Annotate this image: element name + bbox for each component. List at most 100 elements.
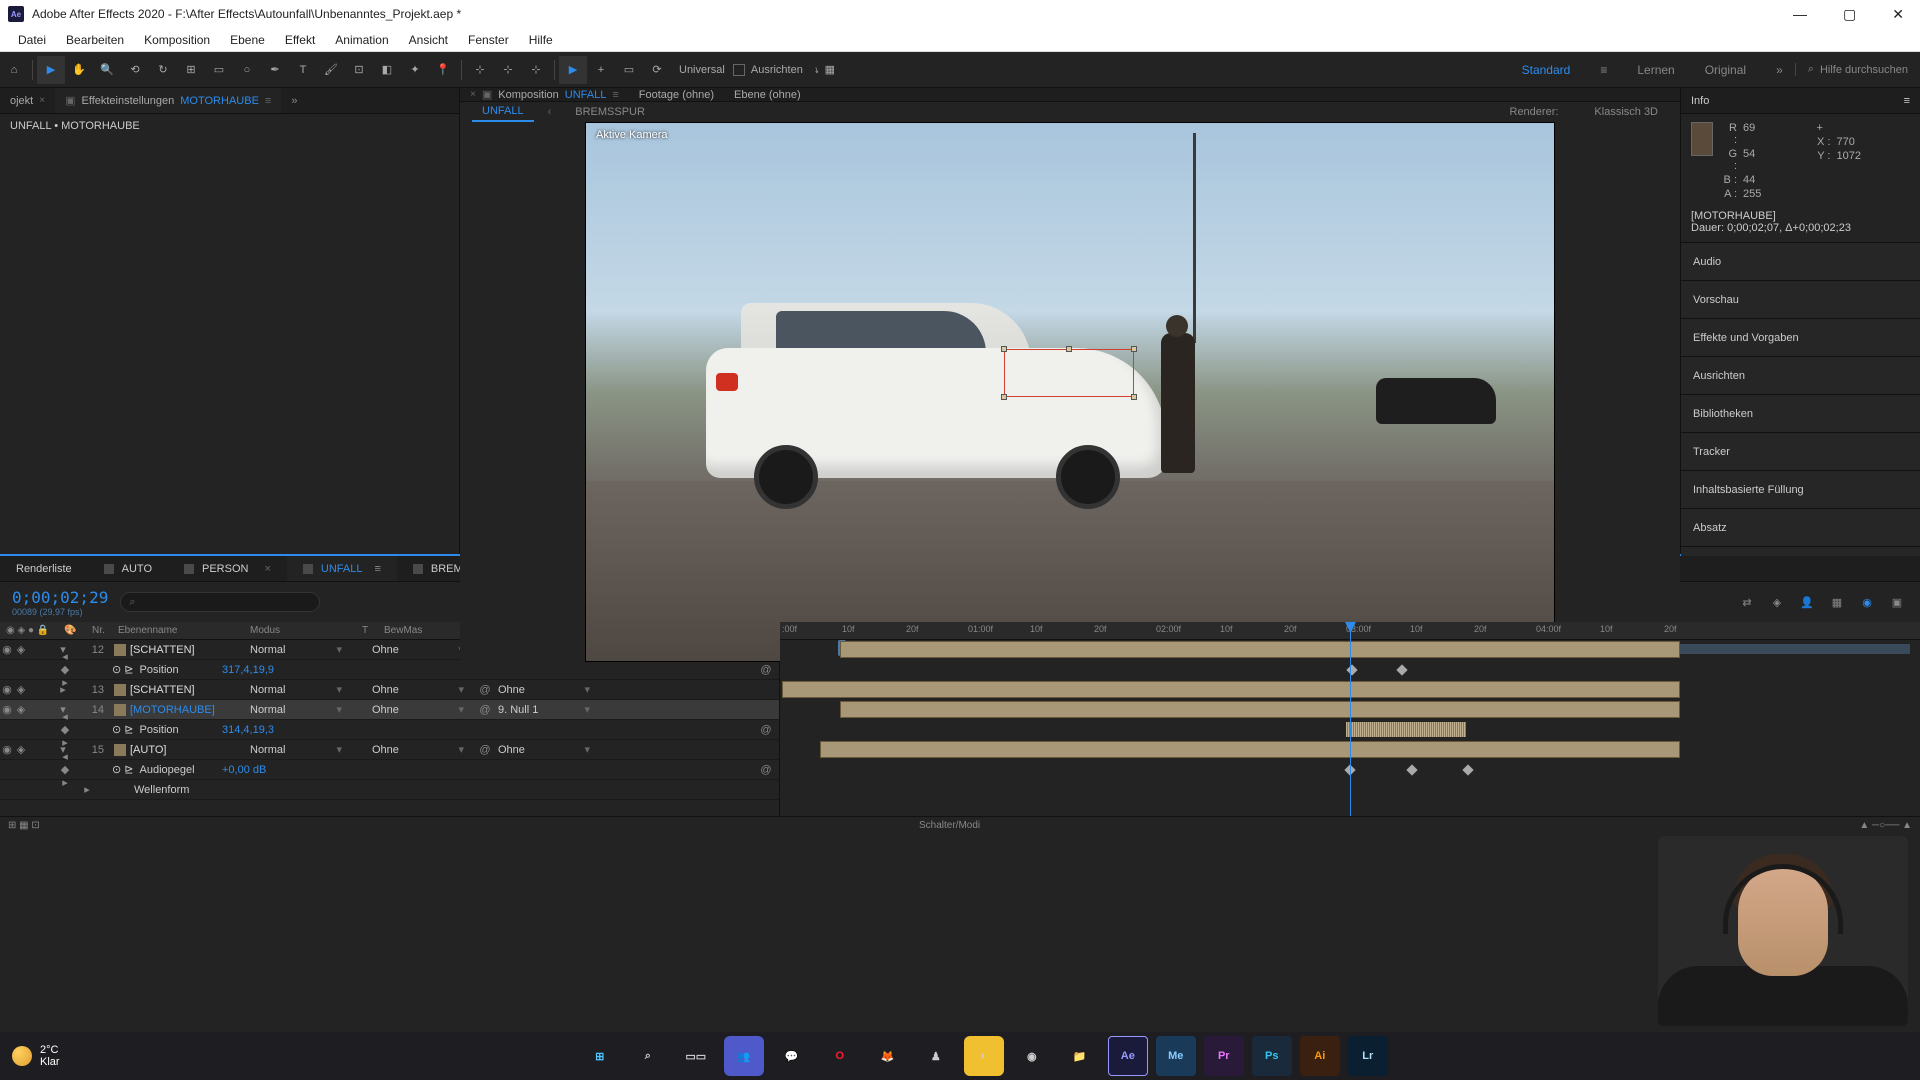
anchor-tool[interactable]: ⊞ — [177, 56, 205, 84]
panel-content-aware[interactable]: Inhaltsbasierte Füllung — [1681, 470, 1920, 508]
tab-unfall[interactable]: UNFALL≡ — [287, 556, 397, 581]
minimize-button[interactable]: — — [1785, 6, 1815, 23]
rotation-tool[interactable]: ↻ — [149, 56, 177, 84]
brush-tool[interactable]: 🖌 — [317, 56, 345, 84]
current-timecode[interactable]: 0;00;02;29 — [12, 588, 108, 607]
panel-tracker[interactable]: Tracker — [1681, 432, 1920, 470]
pen-tool[interactable]: ✒ — [261, 56, 289, 84]
menu-effekt[interactable]: Effekt — [275, 33, 325, 47]
project-tab[interactable]: ojekt× — [0, 88, 55, 113]
workspace-menu-icon[interactable]: ≡ — [1600, 63, 1607, 77]
lightroom-icon[interactable]: Lr — [1348, 1036, 1388, 1076]
weather-widget[interactable]: 2°C Klar — [12, 1044, 60, 1068]
tab-menu-icon[interactable]: ≡ — [265, 95, 271, 107]
menu-bearbeiten[interactable]: Bearbeiten — [56, 33, 134, 47]
graph-editor-icon[interactable]: ▣ — [1886, 591, 1908, 613]
firefox-icon[interactable]: 🦊 — [868, 1036, 908, 1076]
layer-row-13[interactable]: ◉◈ ▸ 13 [SCHATTEN] Normal▾ Ohne▾ @ Ohne▾ — [0, 680, 779, 700]
menu-animation[interactable]: Animation — [325, 33, 398, 47]
overflow-tab[interactable]: » — [281, 88, 307, 113]
layer-row-15-waveform[interactable]: ▸ Wellenform — [0, 780, 779, 800]
view-axis-icon[interactable]: ⊹ — [522, 56, 550, 84]
type-tool[interactable]: T — [289, 56, 317, 84]
toggle-switches-icon[interactable]: ⊞ ▦ ⊡ — [8, 820, 40, 831]
panel-align[interactable]: Ausrichten — [1681, 356, 1920, 394]
menu-datei[interactable]: Datei — [8, 33, 56, 47]
layer-row-14[interactable]: ◉◈ ▾ 14 [MOTORHAUBE] Normal▾ Ohne▾ @ 9. … — [0, 700, 779, 720]
clone-tool[interactable]: ⊡ — [345, 56, 373, 84]
panel-menu-icon[interactable]: ≡ — [1904, 95, 1910, 107]
layer-row-15[interactable]: ◉◈ ▾ 15 [AUTO] Normal▾ Ohne▾ @ Ohne▾ — [0, 740, 779, 760]
illustrator-icon[interactable]: Ai — [1300, 1036, 1340, 1076]
visibility-icon[interactable]: ◉ — [0, 643, 14, 656]
selection2-icon[interactable]: ▶ — [559, 56, 587, 84]
task-view-icon[interactable]: ▭▭ — [676, 1036, 716, 1076]
start-button[interactable]: ⊞ — [580, 1036, 620, 1076]
obs-icon[interactable]: ◉ — [1012, 1036, 1052, 1076]
motion-blur-icon[interactable]: ◉ — [1856, 591, 1878, 613]
layer-row-14-position[interactable]: ◂ ◆ ▸ ⊙ ⊵ Position 314,4,19,3 @ — [0, 720, 779, 740]
premiere-icon[interactable]: Pr — [1204, 1036, 1244, 1076]
snap-icon2[interactable]: ▦ — [825, 63, 835, 76]
add-vertex-icon[interactable]: + — [587, 56, 615, 84]
selection-tool[interactable]: ▶ — [37, 56, 65, 84]
tab-auto[interactable]: AUTO — [88, 556, 168, 581]
renderqueue-tab[interactable]: Renderliste — [0, 556, 88, 581]
lock-icon[interactable]: ▣ — [65, 94, 75, 107]
selection-box[interactable] — [1004, 349, 1134, 397]
subtab-bremsspur[interactable]: BREMSSPUR — [565, 103, 655, 121]
panel-paragraph[interactable]: Absatz — [1681, 508, 1920, 546]
home-tool[interactable]: ⌂ — [0, 56, 28, 84]
panel-effects-presets[interactable]: Effekte und Vorgaben — [1681, 318, 1920, 356]
convert-icon[interactable]: ▭ — [615, 56, 643, 84]
menu-ansicht[interactable]: Ansicht — [399, 33, 458, 47]
menu-komposition[interactable]: Komposition — [134, 33, 220, 47]
explorer-icon[interactable]: 📁 — [1060, 1036, 1100, 1076]
media-encoder-icon[interactable]: Me — [1156, 1036, 1196, 1076]
world-axis-icon[interactable]: ⊹ — [494, 56, 522, 84]
app-icon-2[interactable]: ◐ — [964, 1036, 1004, 1076]
zoom-slider[interactable]: ▲ ─○── ▲ — [1859, 820, 1912, 831]
puppet-tool[interactable]: 📍 — [429, 56, 457, 84]
layer-tab[interactable]: Ebene (ohne) — [724, 88, 811, 101]
switches-modes-toggle[interactable]: Schalter/Modi — [919, 820, 980, 831]
panel-libraries[interactable]: Bibliotheken — [1681, 394, 1920, 432]
layer-row-15-audio[interactable]: ◂ ◆ ▸ ⊙ ⊵ Audiopegel +0,00 dB @ — [0, 760, 779, 780]
workspace-original[interactable]: Original — [1705, 63, 1746, 77]
refresh-icon[interactable]: ⟳ — [643, 56, 671, 84]
menu-ebene[interactable]: Ebene — [220, 33, 275, 47]
tab-person[interactable]: PERSON× — [168, 556, 287, 581]
footage-tab[interactable]: Footage (ohne) — [629, 88, 724, 101]
timeline-tracks[interactable]: :00f 10f 20f 01:00f 10f 20f 02:00f 10f 2… — [780, 622, 1920, 816]
panel-audio[interactable]: Audio — [1681, 242, 1920, 280]
eraser-tool[interactable]: ◧ — [373, 56, 401, 84]
subtab-unfall[interactable]: UNFALL — [472, 102, 534, 122]
ellipse-tool[interactable]: ○ — [233, 56, 261, 84]
teams-icon[interactable]: 👥 — [724, 1036, 764, 1076]
whatsapp-icon[interactable]: 💬 — [772, 1036, 812, 1076]
viewport[interactable]: Aktive Kamera — [460, 122, 1680, 662]
workspace-overflow-icon[interactable]: » — [1776, 63, 1783, 77]
menu-fenster[interactable]: Fenster — [458, 33, 519, 47]
layer-search[interactable]: ⌕ — [120, 592, 320, 612]
workspace-lernen[interactable]: Lernen — [1637, 63, 1674, 77]
effect-controls-tab[interactable]: ▣ Effekteinstellungen MOTORHAUBE ≡ — [55, 88, 281, 113]
after-effects-icon[interactable]: Ae — [1108, 1036, 1148, 1076]
panel-vorschau[interactable]: Vorschau — [1681, 280, 1920, 318]
info-panel-header[interactable]: Info ≡ — [1681, 88, 1920, 114]
photoshop-icon[interactable]: Ps — [1252, 1036, 1292, 1076]
hide-shy-icon[interactable]: 👤 — [1796, 591, 1818, 613]
align-checkbox[interactable] — [733, 64, 745, 76]
zoom-tool[interactable]: 🔍 — [93, 56, 121, 84]
search-taskbar-icon[interactable]: ⌕ — [628, 1036, 668, 1076]
layer-row-12-position[interactable]: ◂ ◆ ▸ ⊙ ⊵ Position 317,4,19,9 @ — [0, 660, 779, 680]
hand-tool[interactable]: ✋ — [65, 56, 93, 84]
orbit-tool[interactable]: ⟲ — [121, 56, 149, 84]
snap-icon[interactable]: ⭏ — [815, 63, 819, 76]
draft3d-icon[interactable]: ◈ — [1766, 591, 1788, 613]
opera-icon[interactable]: O — [820, 1036, 860, 1076]
close-button[interactable]: ✕ — [1884, 6, 1912, 23]
rect-tool[interactable]: ▭ — [205, 56, 233, 84]
menu-hilfe[interactable]: Hilfe — [519, 33, 563, 47]
search-placeholder[interactable]: Hilfe durchsuchen — [1820, 64, 1908, 76]
